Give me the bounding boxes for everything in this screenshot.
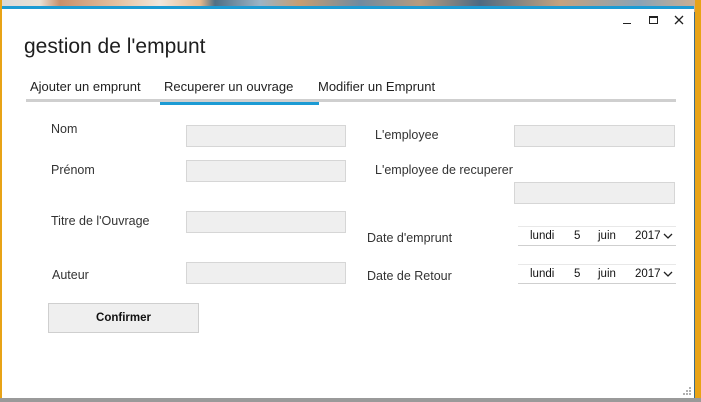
titre-ouvrage-field[interactable] <box>186 211 346 233</box>
page-title: gestion de l'empunt <box>24 35 206 58</box>
date-retour-weekday: lundi <box>530 268 555 280</box>
close-icon[interactable] <box>672 13 686 27</box>
titre-ouvrage-label: Titre de l'Ouvrage <box>51 214 150 228</box>
app-window: gestion de l'empunt Ajouter un emprunt R… <box>2 6 694 398</box>
auteur-field[interactable] <box>186 262 346 284</box>
employee-recuperer-label: L'employee de recuperer <box>375 163 513 177</box>
prenom-field[interactable] <box>186 160 346 182</box>
date-retour-day: 5 <box>574 268 581 280</box>
date-retour-month: juin <box>598 268 616 280</box>
chevron-down-icon <box>663 271 673 277</box>
date-emprunt-year: 2017 <box>635 230 661 242</box>
date-retour-label: Date de Retour <box>367 269 452 283</box>
employee-label: L'employee <box>375 128 439 142</box>
tab-recuperer-ouvrage[interactable]: Recuperer un ouvrage <box>159 78 320 105</box>
date-emprunt-picker[interactable]: lundi 5 juin 2017 <box>518 226 676 246</box>
confirm-button[interactable]: Confirmer <box>48 303 199 333</box>
auteur-label: Auteur <box>52 268 89 282</box>
prenom-label: Prénom <box>51 163 95 177</box>
nom-field[interactable] <box>186 125 346 147</box>
maximize-icon[interactable] <box>646 13 660 27</box>
date-retour-year: 2017 <box>635 268 661 280</box>
date-emprunt-label: Date d'emprunt <box>367 231 453 245</box>
date-retour-picker[interactable]: lundi 5 juin 2017 <box>518 264 676 284</box>
tab-ajouter-emprunt[interactable]: Ajouter un emprunt <box>30 78 141 102</box>
tab-bar: Ajouter un emprunt Recuperer un ouvrage … <box>26 78 676 105</box>
date-emprunt-weekday: lundi <box>530 230 555 242</box>
nom-label: Nom <box>51 122 78 136</box>
minimize-icon[interactable] <box>620 13 634 27</box>
desktop-frame-right <box>695 0 701 402</box>
date-emprunt-month: juin <box>598 230 616 242</box>
desktop-frame-bottom <box>0 398 701 402</box>
employee-field[interactable] <box>514 125 675 147</box>
chevron-down-icon <box>663 233 673 239</box>
tab-modifier-emprunt[interactable]: Modifier un Emprunt <box>318 78 435 102</box>
date-emprunt-day: 5 <box>574 230 581 242</box>
window-controls <box>620 13 686 27</box>
employee-recuperer-field[interactable] <box>514 182 675 204</box>
resize-grip-icon[interactable] <box>682 386 692 396</box>
